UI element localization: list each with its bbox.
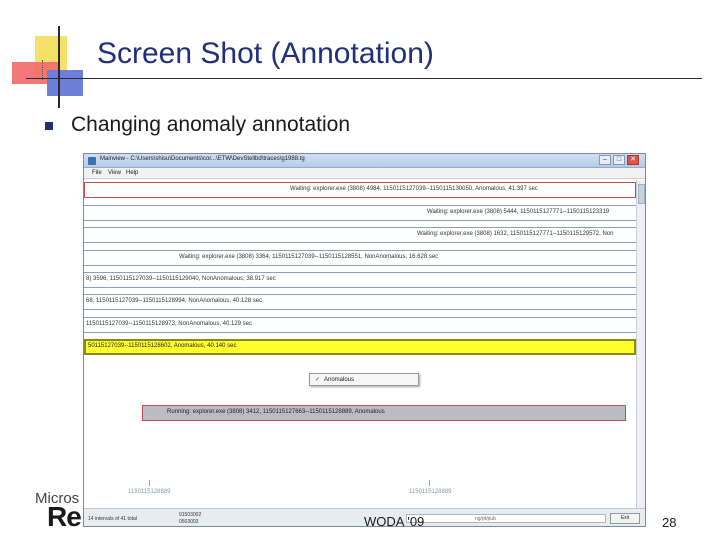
timeline-pane: Waiting: explorer.exe (3808) 4984, 11501… [84,180,636,508]
logo-text-large: Re [47,501,82,532]
maximize-button[interactable]: □ [613,155,625,165]
menu-help[interactable]: Help [126,170,138,176]
axis-tick [149,480,150,486]
axis-label: 1150115128889 [128,489,171,495]
axis-label: 1150115128889 [409,489,452,495]
interval-label: 68, 1150115127039--1150115128994, NonAno… [86,298,263,304]
window-titlebar[interactable]: Mainview - C:\Users\shisu\Documents\cor.… [84,154,645,168]
interval-row[interactable]: 1150115127039--1150115128973, NonAnomalo… [84,317,636,333]
interval-row[interactable]: 68, 1150115127039--1150115128994, NonAno… [84,294,636,310]
status-value: 91503002 [179,512,202,518]
interval-row[interactable]: Waiting: explorer.exe (3808) 4984, 11501… [84,182,636,198]
status-input[interactable]: ng/pt/pub [406,514,606,523]
decorative-blue-block [47,70,83,96]
page-number: 28 [662,515,677,530]
status-input-text: ng/pt/pub [475,516,496,522]
interval-row[interactable]: Waiting: explorer.exe (3808) 1632, 11501… [84,227,636,243]
menubar: File View Help [84,168,645,179]
menu-view[interactable]: View [108,170,121,176]
interval-label: 8) 3596, 1150115127039--1150115129040, N… [86,276,276,282]
exit-button[interactable]: Exit [610,513,640,524]
axis-tick [429,480,430,486]
interval-label: 1150115127039--1150115128973, NonAnomalo… [86,321,253,327]
scrollbar-thumb[interactable] [638,184,645,204]
status-value: 0503003 [179,519,199,525]
slide-title: Screen Shot (Annotation) [97,37,434,70]
interval-label: Waiting: explorer.exe (3808) 5444, 11501… [427,209,610,215]
decorative-horizontal-line [26,78,702,79]
interval-row[interactable]: 8) 3596, 1150115127039--1150115129040, N… [84,272,636,288]
minimize-button[interactable]: – [599,155,611,165]
interval-label: Waiting: explorer.exe (3808) 1632, 11501… [417,231,614,237]
bullet-text: Changing anomaly annotation [71,113,351,136]
app-icon [88,157,96,165]
bullet-square-icon [45,122,53,130]
interval-label: Running: explorer.exe (3808) 3412, 11501… [167,409,385,415]
menu-item-anomalous[interactable]: Anomalous [324,377,354,383]
interval-row-running[interactable]: Running: explorer.exe (3808) 3412, 11501… [142,405,626,421]
decorative-vertical-line [58,26,60,108]
interval-row[interactable]: Waiting: explorer.exe (3808) 5444, 11501… [84,205,636,221]
vertical-scrollbar[interactable] [636,180,645,508]
status-interval-count: 14 intervals of 41 total [88,516,137,522]
interval-row-selected[interactable]: 50115127039--1150115128602, Anomalous, 4… [84,339,636,355]
close-button[interactable]: ✕ [627,155,639,165]
interval-row[interactable]: Waiting: explorer.exe (3808) 3364, 11501… [84,250,636,266]
decorative-dotted-line [42,60,50,80]
interval-label: 50115127039--1150115128602, Anomalous, 4… [88,343,237,349]
window-title: Mainview - C:\Users\shisu\Documents\cor.… [100,156,305,162]
interval-label: Waiting: explorer.exe (3808) 3364, 11501… [179,254,439,260]
app-window: Mainview - C:\Users\shisu\Documents\cor.… [83,153,646,527]
menu-file[interactable]: File [92,170,102,176]
interval-label: Waiting: explorer.exe (3808) 4984, 11501… [290,186,538,192]
check-icon: ✓ [315,377,321,383]
footer-text: WODA '09 [364,514,425,529]
annotation-context-menu: ✓ Anomalous [309,373,419,386]
